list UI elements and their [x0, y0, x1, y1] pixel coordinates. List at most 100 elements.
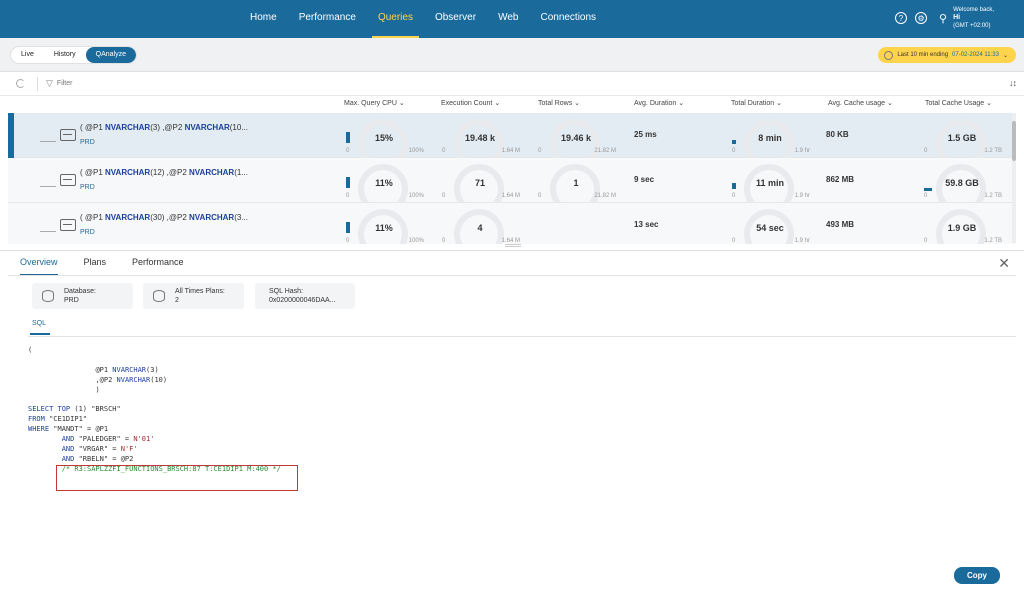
time-range-date: 07-02-2024 11:33	[952, 52, 999, 58]
gauge-min: 0	[346, 193, 350, 199]
column-settings-icon[interactable]: ↓↕	[1009, 78, 1017, 88]
top-right-controls: ? ⚙ ⚲ Welcome back, Hi (GMT +02:00)	[895, 6, 994, 30]
gauge-fill	[732, 140, 736, 144]
col-avg-duration[interactable]: Avg. Duration	[634, 99, 684, 107]
gauge-min: 0	[346, 148, 350, 154]
gauge-min: 0	[442, 148, 446, 154]
mode-qanalyze[interactable]: QAnalyze	[85, 47, 136, 63]
plans-icon	[153, 290, 165, 302]
filter-icon[interactable]: ▽	[46, 78, 53, 89]
tab-plans[interactable]: Plans	[84, 257, 107, 276]
cpu-gauge: 15% 0 100%	[344, 113, 424, 169]
gauge-value: 11%	[375, 178, 393, 188]
filter-label[interactable]: Filter	[57, 80, 73, 87]
sql-line: AND "RBELN" = @P2	[28, 455, 281, 465]
rows-gauge: 19.46 k 0 21.82 M	[536, 113, 616, 169]
col-execution-count[interactable]: Execution Count	[441, 99, 500, 107]
nav-web[interactable]: Web	[498, 0, 518, 38]
nav-queries[interactable]: Queries	[371, 0, 419, 38]
user-icon: ⚲	[939, 12, 948, 25]
sql-token: "CE1DIP1"	[49, 415, 88, 424]
col-avg-cache-usage[interactable]: Avg. Cache usage	[828, 99, 893, 107]
col-total-cache-usage[interactable]: Total Cache Usage	[925, 99, 992, 107]
time-range-selector[interactable]: Last 10 min ending 07-02-2024 11:33 ⌄	[878, 47, 1016, 63]
gauge-max: 1.64 M	[501, 148, 520, 154]
rows-gauge: 1 0 21.82 M	[536, 158, 616, 214]
gauge-min: 0	[346, 238, 350, 244]
table-row[interactable]: ( @P1 NVARCHAR(3) ,@P2 NVARCHAR(10... PR…	[8, 113, 1016, 169]
avg-duration: 13 sec	[634, 220, 659, 229]
total-cache-gauge: 1.9 GB 0 1.2 TB	[922, 203, 1002, 244]
total-duration-gauge: 54 sec 0 1.9 hr	[730, 203, 810, 244]
nav-connections[interactable]: Connections	[540, 0, 596, 38]
nav-performance[interactable]: Performance	[299, 0, 356, 38]
gauge-min: 0	[732, 193, 736, 199]
tab-performance[interactable]: Performance	[132, 257, 184, 276]
sql-token: SELECT TOP	[28, 405, 75, 414]
gear-icon[interactable]: ⚙	[915, 12, 928, 24]
user-info: Welcome back, Hi (GMT +02:00)	[953, 6, 994, 30]
gauge-value: 19.46 k	[560, 133, 592, 143]
all-times-plans-card: All Times Plans: 2	[143, 283, 244, 309]
sql-line: WHERE "MANDT" = @P1	[28, 425, 281, 435]
tab-overview[interactable]: Overview	[20, 257, 58, 276]
gauge-value: 1.5 GB	[947, 133, 977, 143]
tree-connector	[40, 141, 56, 142]
database-card: Database: PRD	[32, 283, 133, 309]
divider	[8, 275, 1016, 276]
gauge-max: 21.82 M	[594, 148, 616, 154]
sql-token: FROM	[28, 415, 50, 424]
user-menu[interactable]: ⚲ Welcome back, Hi (GMT +02:00)	[939, 6, 994, 30]
database-icon	[42, 290, 54, 302]
gauge-max: 1.9 hr	[794, 193, 810, 199]
help-icon[interactable]: ?	[895, 12, 908, 24]
comment-highlight-box	[56, 465, 298, 491]
mode-history[interactable]: History	[44, 47, 86, 63]
sql-token: (3)	[146, 365, 159, 374]
table-row[interactable]: ( @P1 NVARCHAR(30) ,@P2 NVARCHAR(3... PR…	[8, 203, 1016, 244]
col-total-duration[interactable]: Total Duration	[731, 99, 782, 107]
table-row[interactable]: ( @P1 NVARCHAR(12) ,@P2 NVARCHAR(1... PR…	[8, 158, 1016, 214]
query-detail-panel: Overview Plans Performance ✕ Database: PR…	[0, 250, 1024, 593]
total-duration-gauge: 11 min 0 1.9 hr	[730, 158, 810, 214]
gauge-max: 1.2 TB	[984, 238, 1002, 244]
col-total-rows[interactable]: Total Rows	[538, 99, 580, 107]
gauge-value: 1	[573, 178, 579, 188]
time-range-label: Last 10 min ending	[897, 52, 949, 58]
query-database: PRD	[80, 139, 95, 146]
sql-token: )	[95, 385, 100, 394]
table-scrollbar[interactable]	[1012, 113, 1016, 243]
col-max-query-cpu[interactable]: Max. Query CPU	[344, 99, 405, 107]
sql-line: FROM "CE1DIP1"	[28, 415, 281, 425]
sql-token: AND	[61, 445, 79, 454]
tab-sql[interactable]: SQL	[30, 320, 51, 335]
close-icon[interactable]: ✕	[998, 255, 1010, 272]
gauge-fill	[924, 188, 932, 191]
gauge-fill	[346, 177, 350, 188]
panel-resize-handle[interactable]	[505, 244, 521, 247]
total-duration-gauge: 8 min 0 1.9 hr	[730, 113, 810, 169]
gauge-value: 4	[477, 223, 483, 233]
gauge-min: 0	[442, 238, 446, 244]
avg-duration: 25 ms	[634, 130, 657, 139]
sql-hash-card: SQL Hash: 0x0200000046DAA...	[255, 283, 355, 309]
filter-row: ▽ Filter ↓↕	[0, 72, 1024, 96]
gauge-value: 11%	[375, 223, 393, 233]
copy-button[interactable]: Copy	[954, 567, 1000, 584]
card-label: Database:	[64, 288, 96, 295]
sql-line: AND "PALEDGER" = N'01'	[28, 435, 281, 445]
clock-icon	[884, 50, 894, 60]
gauge-max: 1.9 hr	[794, 238, 810, 244]
nav-home[interactable]: Home	[250, 0, 277, 38]
sql-token: WHERE	[28, 425, 54, 434]
mode-bar: Live History QAnalyze Last 10 min ending…	[0, 38, 1024, 72]
refresh-icon[interactable]	[16, 79, 25, 88]
avg-cache: 80 KB	[826, 130, 849, 139]
avg-cache: 493 MB	[826, 220, 855, 229]
gauge-fill	[346, 132, 350, 143]
query-text: ( @P1 NVARCHAR(12) ,@P2 NVARCHAR(1...	[80, 168, 248, 177]
gauge-fill	[346, 222, 350, 233]
nav-observer[interactable]: Observer	[435, 0, 476, 38]
mode-live[interactable]: Live	[11, 47, 44, 63]
gauge-max: 1.2 TB	[984, 193, 1002, 199]
